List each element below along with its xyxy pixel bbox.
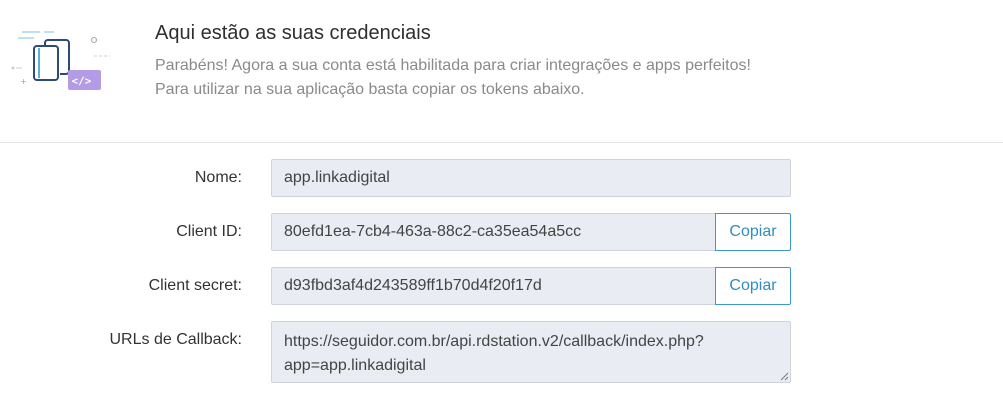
svg-text:</>: </> bbox=[72, 75, 92, 88]
callback-urls-label: URLs de Callback: bbox=[109, 331, 243, 348]
client-id-label: Client ID: bbox=[176, 223, 242, 240]
name-label: Nome: bbox=[194, 169, 242, 186]
subtitle-line-1: Parabéns! Agora a sua conta está habilit… bbox=[155, 57, 751, 74]
copy-client-id-button[interactable]: Copiar bbox=[715, 213, 791, 251]
resize-handle-icon[interactable] bbox=[779, 371, 789, 381]
credentials-header: + </> Aqui estão as suas credenciais Par… bbox=[0, 0, 1003, 143]
callback-urls-textarea[interactable]: https://seguidor.com.br/api.rdstation.v2… bbox=[271, 321, 791, 383]
subtitle-line-2: Para utilizar na sua aplicação basta cop… bbox=[155, 81, 585, 98]
svg-text:+: + bbox=[20, 77, 27, 86]
client-id-field[interactable]: 80efd1ea-7cb4-463a-88c2-ca35ea54a5cc bbox=[271, 213, 716, 251]
copy-client-secret-button[interactable]: Copiar bbox=[715, 267, 791, 305]
code-windows-illustration-icon: + </> bbox=[11, 31, 110, 90]
client-secret-field[interactable]: d93fbd3af4d243589ff1b70d4f20f17d bbox=[271, 267, 716, 305]
client-secret-label: Client secret: bbox=[148, 277, 242, 294]
name-field[interactable]: app.linkadigital bbox=[271, 159, 791, 197]
page-title: Aqui estão as suas credenciais bbox=[155, 22, 431, 44]
